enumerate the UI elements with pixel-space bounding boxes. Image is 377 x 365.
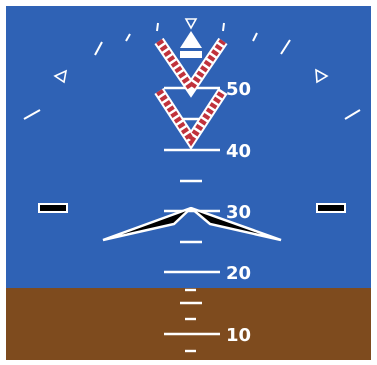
attitude-indicator: 50 40 30 20 10 (0, 0, 377, 365)
bank-tick-left-10 (156, 22, 159, 32)
bank-tick-right-10 (222, 22, 225, 32)
pitch-label-30: 30 (226, 202, 251, 223)
sky-area (6, 6, 371, 288)
pitch-label-50: 50 (226, 79, 251, 100)
sky-pointer-base (180, 51, 202, 58)
aircraft-center-dot (189, 207, 193, 211)
wing-marker-left (38, 203, 68, 213)
pitch-label-20: 20 (226, 263, 251, 284)
attitude-indicator-display: 50 40 30 20 10 (6, 6, 371, 360)
wing-marker-right (316, 203, 346, 213)
pitch-label-40: 40 (226, 141, 251, 162)
pitch-label-10: 10 (226, 325, 251, 346)
ground-area (6, 288, 371, 360)
